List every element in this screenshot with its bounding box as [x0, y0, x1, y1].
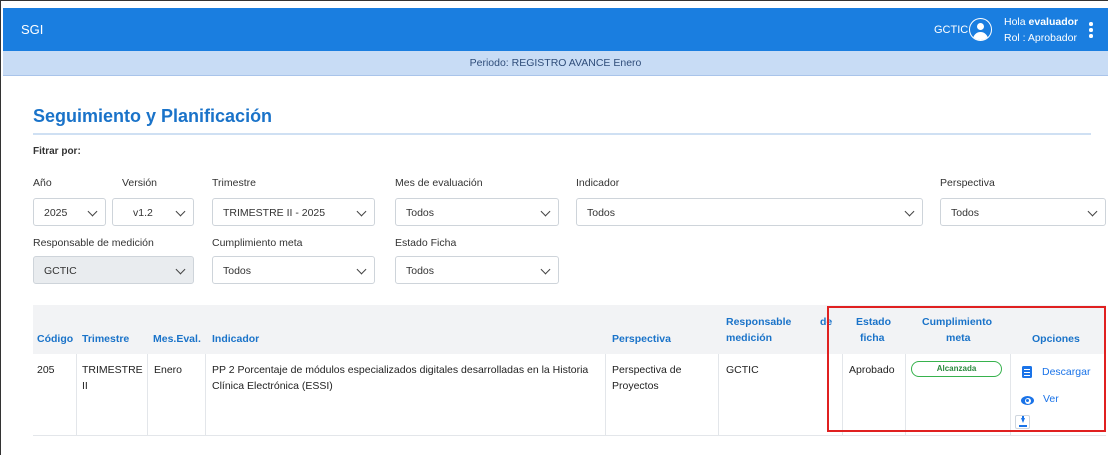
- cell-code: 205: [37, 364, 55, 376]
- chevron-down-icon: [356, 264, 367, 275]
- col-header-status-2: ficha: [860, 332, 885, 344]
- perspective-value: Todos: [951, 207, 980, 219]
- sheet-status-label: Estado Ficha: [395, 237, 457, 249]
- title-divider: [33, 133, 1091, 135]
- eval-month-label: Mes de evaluación: [395, 177, 483, 189]
- col-header-responsible-1[interactable]: Responsable: [726, 316, 791, 328]
- year-label: Año: [33, 177, 52, 189]
- col-header-month[interactable]: Mes.Eval.: [153, 333, 201, 345]
- chevron-down-icon: [904, 206, 915, 217]
- col-header-code[interactable]: Código: [37, 333, 73, 345]
- responsible-value: GCTIC: [44, 265, 77, 277]
- year-value: 2025: [44, 207, 68, 219]
- top-navbar: SGI GCTIC Hola evaluador Rol : Aprobador: [3, 8, 1108, 51]
- version-label: Versión: [122, 177, 158, 189]
- responsible-select[interactable]: GCTIC: [33, 256, 194, 284]
- view-link[interactable]: Ver: [1043, 393, 1059, 405]
- cell-responsible: GCTIC: [726, 364, 759, 376]
- column-divider: [1010, 354, 1011, 436]
- responsible-label: Responsable de medición: [33, 237, 154, 249]
- year-select[interactable]: 2025: [33, 198, 106, 226]
- version-value: v1.2: [133, 207, 153, 219]
- quarter-label: Trimestre: [212, 177, 256, 189]
- status-badge: Alcanzada: [911, 361, 1002, 377]
- sheet-status-value: Todos: [406, 265, 435, 277]
- quarter-value: TRIMESTRE II - 2025: [223, 207, 326, 219]
- eval-month-select[interactable]: Todos: [395, 198, 559, 226]
- column-divider: [905, 354, 906, 436]
- filter-by-label: Fitrar por:: [33, 146, 81, 157]
- table-header: [33, 305, 1106, 354]
- perspective-label: Perspectiva: [940, 177, 995, 189]
- goal-compliance-label: Cumplimiento meta: [212, 237, 303, 249]
- col-header-perspective[interactable]: Perspectiva: [612, 333, 671, 345]
- col-header-indicator[interactable]: Indicador: [212, 333, 259, 345]
- column-divider: [605, 354, 606, 436]
- version-select[interactable]: v1.2: [112, 198, 194, 226]
- chevron-down-icon: [356, 206, 367, 217]
- indicator-select[interactable]: Todos: [576, 198, 923, 226]
- indicator-label: Indicador: [576, 177, 620, 189]
- chevron-down-icon: [540, 264, 551, 275]
- cell-quarter-line1: TRIMESTRE: [82, 364, 143, 376]
- chevron-down-icon: [175, 206, 186, 217]
- chevron-down-icon: [540, 206, 551, 217]
- col-header-responsible-de: de: [820, 316, 833, 328]
- col-header-options: Opciones: [1032, 333, 1080, 345]
- chevron-down-icon: [87, 206, 98, 217]
- cell-indicator-line2: Clínica Electrónica (ESSI): [212, 380, 333, 392]
- chevron-down-icon: [175, 264, 186, 275]
- user-role: Rol : Aprobador: [1004, 32, 1077, 44]
- column-divider: [842, 354, 843, 436]
- col-header-status-1[interactable]: Estado: [856, 316, 891, 328]
- quarter-select[interactable]: TRIMESTRE II - 2025: [212, 198, 375, 226]
- more-options-icon[interactable]: [1083, 20, 1099, 40]
- download-icon[interactable]: [1015, 415, 1030, 429]
- column-divider: [718, 354, 719, 436]
- cell-status: Aprobado: [849, 364, 895, 376]
- cell-month: Enero: [154, 364, 183, 376]
- user-org-code: GCTIC: [934, 24, 969, 36]
- col-header-compliance-2: meta: [946, 332, 971, 344]
- sheet-status-select[interactable]: Todos: [395, 256, 559, 284]
- goal-compliance-value: Todos: [223, 265, 252, 277]
- username: evaluador: [1028, 16, 1079, 28]
- eval-month-value: Todos: [406, 207, 435, 219]
- eye-icon[interactable]: [1021, 396, 1034, 405]
- download-link[interactable]: Descargar: [1042, 366, 1090, 378]
- period-banner: Periodo: REGISTRO AVANCE Enero: [3, 51, 1108, 76]
- cell-perspective-line1: Perspectiva de: [612, 364, 682, 376]
- column-divider: [205, 354, 206, 436]
- column-divider: [76, 354, 77, 436]
- column-divider: [147, 354, 148, 436]
- col-header-quarter[interactable]: Trimestre: [82, 333, 129, 345]
- goal-compliance-select[interactable]: Todos: [212, 256, 375, 284]
- app-title[interactable]: SGI: [21, 22, 43, 37]
- chevron-down-icon: [1087, 206, 1098, 217]
- user-avatar-icon[interactable]: [969, 18, 992, 41]
- page-title: Seguimiento y Planificación: [33, 106, 273, 126]
- greeting-prefix: Hola: [1004, 16, 1029, 28]
- perspective-select[interactable]: Todos: [940, 198, 1106, 226]
- document-icon[interactable]: [1022, 366, 1032, 378]
- cell-perspective-line2: Proyectos: [612, 380, 659, 392]
- period-text: Periodo: REGISTRO AVANCE Enero: [469, 57, 642, 69]
- indicator-value: Todos: [587, 207, 616, 219]
- cell-indicator-line1: PP 2 Porcentaje de módulos especializado…: [212, 364, 589, 376]
- user-greeting: Hola evaluador: [1004, 16, 1078, 28]
- col-header-compliance-1[interactable]: Cumplimiento: [922, 316, 992, 328]
- cell-quarter-line2: II: [82, 380, 88, 392]
- col-header-responsible-2: medición: [726, 332, 773, 344]
